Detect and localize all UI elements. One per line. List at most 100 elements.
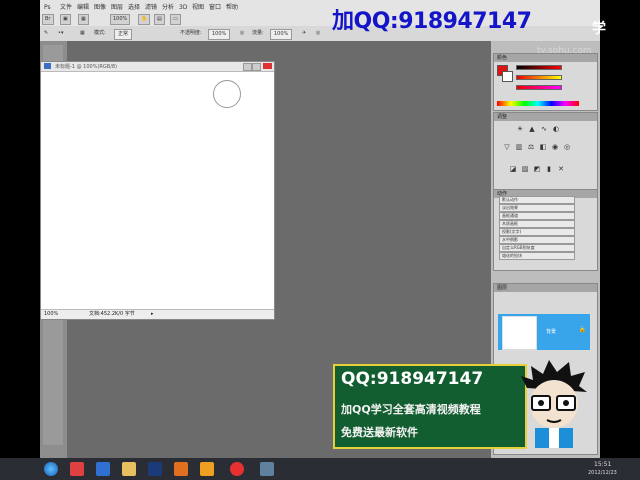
vibrance-icon[interactable]: ▽ [503,143,511,151]
app-icon[interactable] [70,462,84,476]
watermark-qq: 加QQ:918947147 [332,9,532,34]
action-item[interactable]: 自定义RGB到灰度 [499,244,575,252]
adjustments-panel: 调整 ☀ ▲ ∿ ◐ ▽ ▥ ⚖ ◧ ◉ ◎ ◪ ▧ ◩ ▮ ✕ [493,112,598,190]
color-spectrum-bar[interactable] [497,101,579,106]
start-button-icon[interactable] [44,462,58,476]
opacity-label: 不透明度: [180,30,202,36]
hand-tool-button[interactable]: ✋ [138,14,151,25]
close-button[interactable] [263,63,272,69]
threshold-icon[interactable]: ◩ [533,165,541,173]
posterize-icon[interactable]: ▧ [521,165,529,173]
hue-saturation-icon[interactable]: ▥ [515,143,523,151]
action-item[interactable]: 水中倒影 [499,236,575,244]
menu-filter[interactable]: 滤镜 [143,3,159,12]
arrange-documents-button[interactable]: ▤ [154,14,165,25]
explorer-icon[interactable] [122,462,136,476]
document-title: 未标题-1 @ 100%(RGB/8) [55,64,118,70]
flow-input[interactable]: 100% [270,29,293,40]
brush-panel-icon[interactable]: ▦ [80,29,85,38]
lock-icon: 🔒 [578,326,586,333]
screen-mode-button[interactable]: ▭ [170,14,181,25]
adjustments-panel-header[interactable]: 调整 [494,113,597,121]
menu-3d[interactable]: 3D [177,3,189,12]
selective-color-icon[interactable]: ✕ [557,165,565,173]
blue-slider[interactable] [516,85,562,90]
photo-filter-icon[interactable]: ◉ [551,143,559,151]
action-item[interactable]: 熔化的铅块 [499,252,575,260]
status-arrow-icon[interactable]: ▸ [151,310,154,319]
bridge-button[interactable]: Br [42,14,54,25]
action-item[interactable]: 淡出效果 [499,204,575,212]
actions-panel: 动作 默认动作 淡出效果 画框通道 木质画框 投影(文字) 水中倒影 自定义RG… [493,189,598,271]
mode-label: 模式: [94,30,106,36]
promo-qq: QQ:918947147 [341,369,484,389]
document-status-bar: 100% 文档:452.2K/0 字节 ▸ [41,309,274,319]
opacity-input[interactable]: 100% [208,29,231,40]
document-window[interactable]: 未标题-1 @ 100%(RGB/8) 100% 文档:452.2K/0 字节 … [40,61,275,320]
promo-banner: QQ:918947147 加QQ学习全套高清视频教程 免费送最新软件 [333,364,527,449]
promo-line-1: 加QQ学习全套高清视频教程 [341,403,481,416]
green-slider[interactable] [516,75,562,80]
minimize-button[interactable] [243,63,252,71]
curves-icon[interactable]: ∿ [540,125,548,133]
color-balance-icon[interactable]: ⚖ [527,143,535,151]
menu-edit[interactable]: 编辑 [75,3,91,12]
mascot-avatar-icon [521,360,587,448]
invert-icon[interactable]: ◪ [509,165,517,173]
mini-bridge-button[interactable]: ▣ [60,14,71,25]
zoom-level-select[interactable]: 100% [110,14,131,25]
menu-help[interactable]: 帮助 [224,3,240,12]
color-panel: 颜色 [493,53,598,111]
exposure-icon[interactable]: ◐ [552,125,560,133]
app-icon[interactable] [260,462,274,476]
taskbar: 15:51 2012/12/23 [0,458,640,480]
menu-file[interactable]: 文件 [58,3,74,12]
brush-tool-icon[interactable]: ✎ [44,29,48,38]
black-white-icon[interactable]: ◧ [539,143,547,151]
levels-icon[interactable]: ▲ [528,125,536,133]
action-item[interactable]: 画框通道 [499,212,575,220]
tablet-pressure-opacity-icon[interactable]: ◎ [240,29,244,38]
mode-select[interactable]: 正常 [114,29,133,40]
action-item[interactable]: 默认动作 [499,196,575,204]
photoshop-icon[interactable] [148,462,162,476]
red-slider[interactable] [516,65,562,70]
clock-date[interactable]: 2012/12/23 [588,470,617,476]
airbrush-icon[interactable]: ✈ [302,29,306,38]
ie-icon[interactable] [96,462,110,476]
menu-layer[interactable]: 图层 [109,3,125,12]
clock-time[interactable]: 15:51 [594,461,611,468]
brightness-icon[interactable]: ☀ [516,125,524,133]
gradient-map-icon[interactable]: ▮ [545,165,553,173]
layer-row-background[interactable]: 背景 🔒 [498,314,590,350]
app-icon[interactable] [174,462,188,476]
action-item[interactable]: 投影(文字) [499,228,575,236]
menu-analysis[interactable]: 分析 [160,3,176,12]
brush-cursor [213,80,241,108]
zoom-percent[interactable]: 100% [44,310,58,319]
tablet-pressure-size-icon[interactable]: ◎ [316,29,320,38]
action-item[interactable]: 木质画框 [499,220,575,228]
promo-line-2: 免费送最新软件 [341,426,418,439]
menu-window[interactable]: 窗口 [207,3,223,12]
view-extras-button[interactable]: ▦ [78,14,89,25]
menu-image[interactable]: 图像 [92,3,108,12]
layer-name: 背景 [546,329,557,335]
maximize-button[interactable] [252,63,261,71]
flow-label: 流量: [252,30,264,36]
layers-panel-header[interactable]: 图层 [494,284,597,292]
watermark-site: tv.sohu.com [537,46,592,56]
media-player-icon[interactable] [230,462,244,476]
menu-view[interactable]: 视图 [190,3,206,12]
layer-thumbnail [502,316,537,350]
document-titlebar[interactable]: 未标题-1 @ 100%(RGB/8) [41,62,274,72]
background-color-swatch[interactable] [502,71,513,82]
qq-icon[interactable] [200,462,214,476]
ps-logo: Ps [44,4,51,11]
watermark-suffix: 学 [592,21,606,37]
channel-mixer-icon[interactable]: ◎ [563,143,571,151]
document-icon [44,63,51,69]
brush-size-picker[interactable]: •▾ [58,29,63,38]
menu-select[interactable]: 选择 [126,3,142,12]
document-size-info: 文档:452.2K/0 字节 [89,311,135,317]
